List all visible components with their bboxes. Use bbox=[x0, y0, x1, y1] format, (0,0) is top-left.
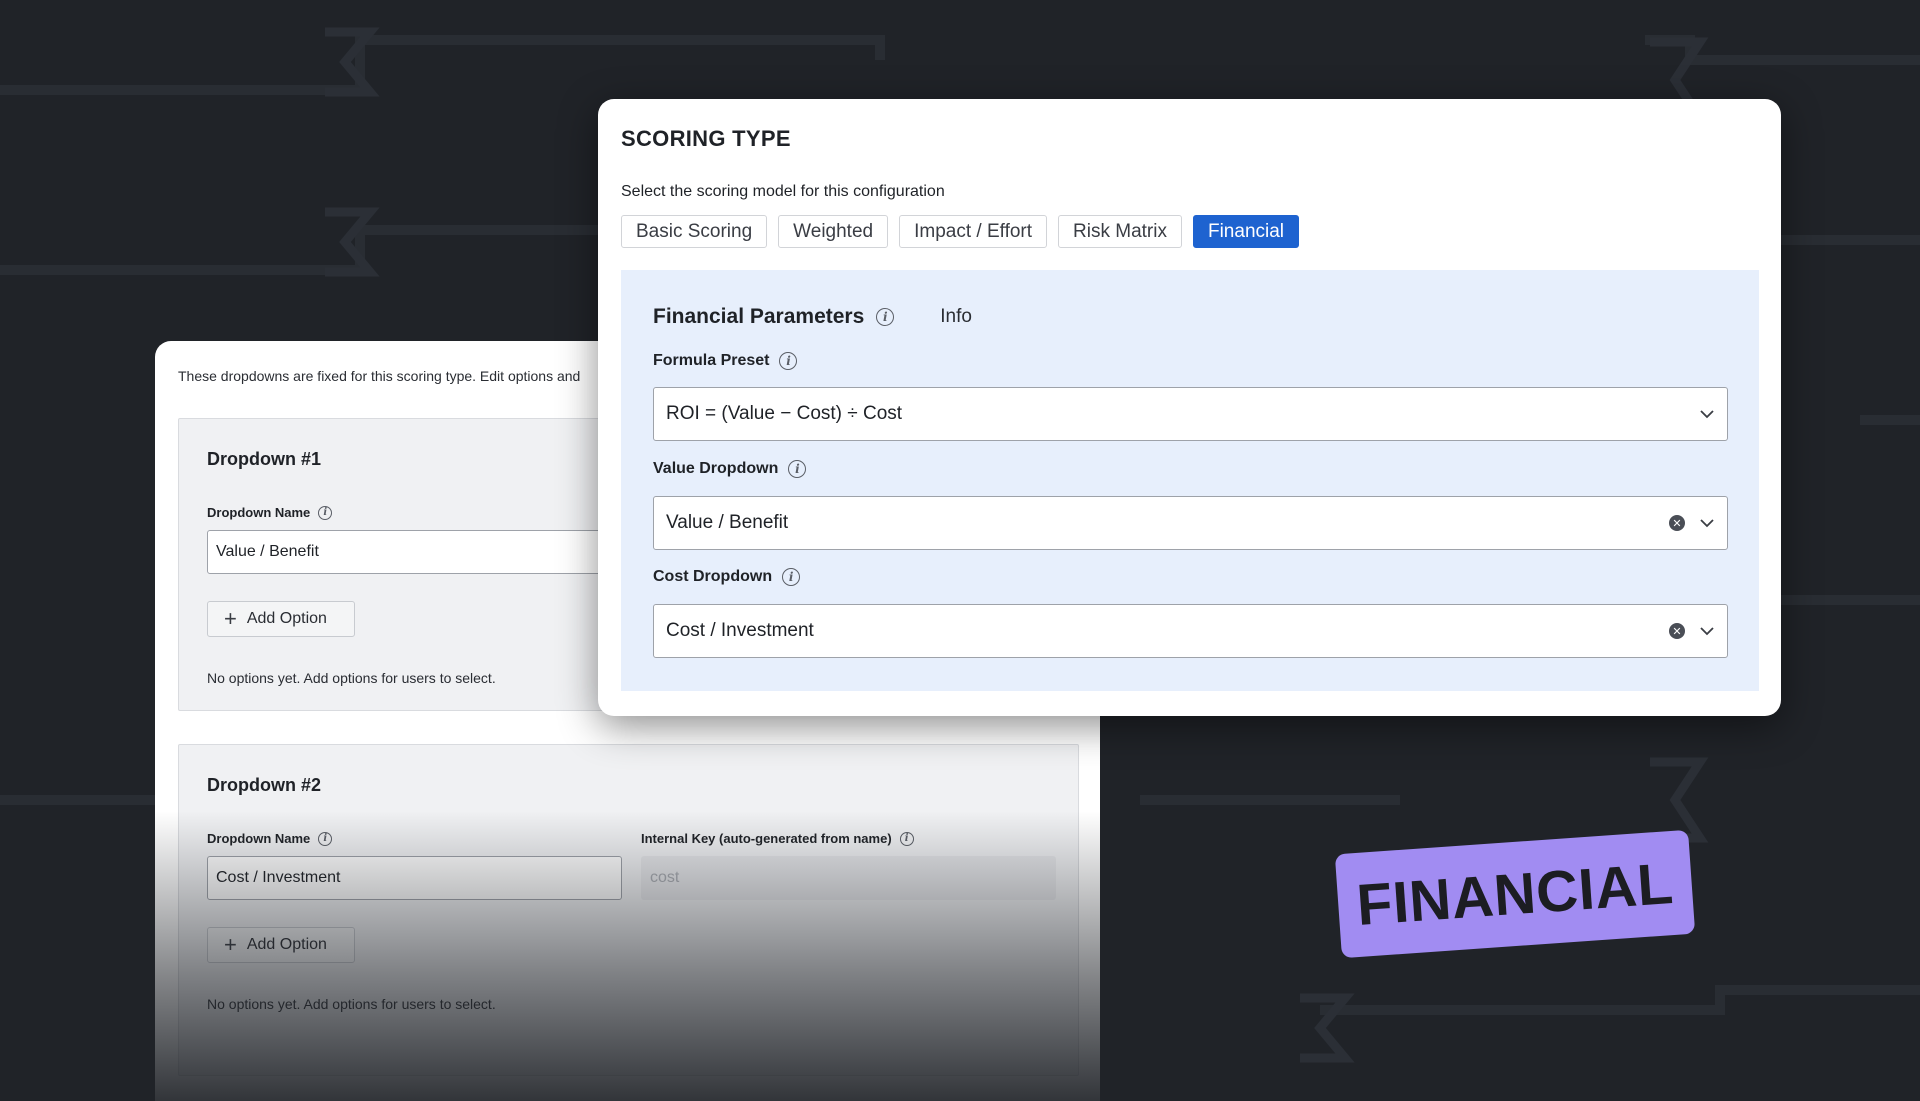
cost-dropdown-label: Cost Dropdown i bbox=[653, 568, 801, 586]
scoring-type-tabs: Basic Scoring Weighted Impact / Effort R… bbox=[621, 215, 1300, 248]
dropdown-2-name-input[interactable]: Cost / Investment bbox=[207, 856, 622, 900]
info-icon[interactable]: i bbox=[899, 831, 914, 846]
scoring-type-card: SCORING TYPE Select the scoring model fo… bbox=[598, 99, 1781, 716]
dropdown-2-title: Dropdown #2 bbox=[207, 775, 322, 795]
dropdown-2-empty-text: No options yet. Add options for users to… bbox=[207, 996, 496, 1012]
dropdown-2-name-label: Dropdown Name i bbox=[207, 831, 333, 846]
clear-icon[interactable]: ✕ bbox=[1669, 515, 1685, 531]
fixed-dropdowns-note: These dropdowns are fixed for this scori… bbox=[178, 368, 581, 384]
dropdown-1-empty-text: No options yet. Add options for users to… bbox=[207, 670, 496, 686]
info-icon[interactable]: i bbox=[782, 568, 801, 586]
tab-financial[interactable]: Financial bbox=[1192, 215, 1300, 248]
formula-preset-label: Formula Preset i bbox=[653, 352, 798, 370]
dropdown-2-key-label: Internal Key (auto-generated from name) … bbox=[641, 831, 914, 846]
tab-basic-scoring[interactable]: Basic Scoring bbox=[621, 215, 768, 248]
plus-icon: + bbox=[224, 606, 237, 631]
value-dropdown-value: Value / Benefit bbox=[666, 512, 789, 533]
dropdown-1-name-label: Dropdown Name i bbox=[207, 505, 333, 520]
dropdown-1-add-option-button[interactable]: + Add Option bbox=[207, 601, 355, 637]
financial-badge-text: FINANCIAL bbox=[1354, 850, 1676, 938]
dropdown-1-name-input[interactable]: Value / Benefit bbox=[207, 530, 622, 574]
info-icon[interactable]: i bbox=[318, 505, 333, 520]
info-link[interactable]: Info bbox=[940, 306, 972, 328]
chevron-down-icon[interactable] bbox=[1699, 623, 1715, 639]
cost-dropdown-select[interactable]: Cost / Investment ✕ bbox=[653, 604, 1728, 658]
dropdown-1-title: Dropdown #1 bbox=[207, 449, 322, 469]
clear-icon[interactable]: ✕ bbox=[1669, 623, 1685, 639]
tab-weighted[interactable]: Weighted bbox=[778, 215, 889, 248]
scoring-type-title: SCORING TYPE bbox=[621, 126, 791, 151]
scoring-type-subtitle: Select the scoring model for this config… bbox=[621, 183, 945, 200]
dropdown-2-key-input: cost bbox=[641, 856, 1056, 900]
dropdown-block-2: Dropdown #2 Dropdown Name i Cost / Inves… bbox=[178, 744, 1079, 1076]
financial-parameters-panel: Financial Parameters i Info Formula Pres… bbox=[621, 270, 1759, 691]
info-icon[interactable]: i bbox=[876, 308, 895, 326]
cost-dropdown-value: Cost / Investment bbox=[666, 620, 814, 641]
chevron-down-icon[interactable] bbox=[1699, 406, 1715, 422]
plus-icon: + bbox=[224, 932, 237, 957]
formula-preset-value: ROI = (Value − Cost) ÷ Cost bbox=[666, 403, 903, 424]
info-icon[interactable]: i bbox=[788, 460, 807, 478]
value-dropdown-select[interactable]: Value / Benefit ✕ bbox=[653, 496, 1728, 550]
chevron-down-icon[interactable] bbox=[1699, 515, 1715, 531]
info-icon[interactable]: i bbox=[779, 352, 798, 370]
financial-parameters-title: Financial Parameters bbox=[653, 305, 865, 328]
tab-risk-matrix[interactable]: Risk Matrix bbox=[1058, 215, 1182, 248]
info-icon[interactable]: i bbox=[318, 831, 333, 846]
dropdown-2-add-option-button[interactable]: + Add Option bbox=[207, 927, 355, 963]
value-dropdown-label: Value Dropdown i bbox=[653, 460, 807, 478]
financial-parameters-header: Financial Parameters i Info bbox=[653, 305, 972, 329]
formula-preset-select[interactable]: ROI = (Value − Cost) ÷ Cost bbox=[653, 387, 1728, 441]
tab-impact-effort[interactable]: Impact / Effort bbox=[899, 215, 1048, 248]
